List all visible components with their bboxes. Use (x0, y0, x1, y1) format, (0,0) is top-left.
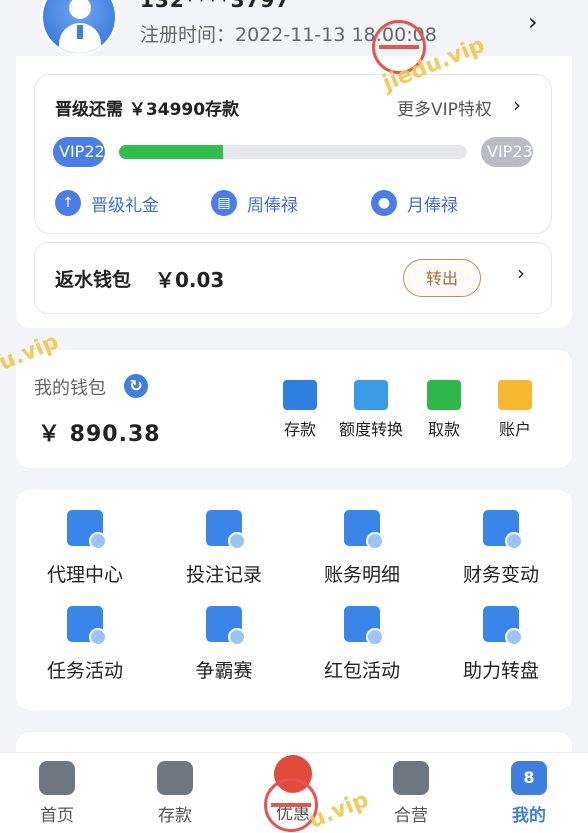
wallet-card: 我的钱包 ↻ ￥ 890.38 存款 额度转换 取款 账户 (16, 350, 572, 468)
menu-item-label: 账务明细 (323, 564, 400, 586)
wallet-title: 我的钱包 (34, 378, 106, 399)
wallet-balance: ￥ 890.38 (38, 422, 161, 447)
menu-item-bet-record[interactable]: 投注记录 (155, 510, 293, 587)
transfer-icon (354, 380, 388, 410)
lucky-wheel-icon (483, 606, 523, 646)
red-packet-icon (344, 606, 384, 646)
nav-label: 合营 (394, 806, 428, 826)
perk-upgrade-gift[interactable]: ↑ 晋级礼金 (55, 189, 159, 217)
current-vip-badge: VIP22 (53, 137, 105, 167)
account-detail-icon (344, 510, 384, 550)
next-vip-badge: VIP23 (481, 137, 533, 167)
perk-label: 晋级礼金 (91, 195, 159, 216)
perk-monthly-salary[interactable]: ● 月俸禄 (371, 189, 458, 217)
menu-item-label: 红包活动 (323, 660, 400, 682)
menu-item-account-detail[interactable]: 账务明细 (293, 510, 431, 587)
nav-label: 首页 (40, 806, 74, 826)
agent-center-icon (67, 510, 107, 550)
user-id: 132****3797 (140, 0, 291, 12)
task-activity-icon (67, 606, 107, 646)
chevron-right-icon[interactable]: › (517, 261, 525, 285)
perk-weekly-salary[interactable]: ▤ 周俸禄 (211, 189, 298, 217)
jersey-icon: 8 (511, 761, 547, 795)
perk-label: 月俸禄 (407, 195, 458, 216)
vip-upgrade-text: 晋级还需 ￥34990存款 (55, 100, 240, 120)
wallet-icon (157, 761, 193, 795)
menu-item-label: 助力转盘 (462, 660, 539, 682)
refresh-icon[interactable]: ↻ (124, 374, 148, 398)
account-icon (498, 380, 532, 410)
chevron-right-icon[interactable]: › (513, 93, 521, 117)
avatar[interactable] (40, 0, 118, 56)
chevron-right-icon[interactable]: › (528, 8, 538, 36)
wallet-withdraw-button[interactable]: 取款 (404, 380, 484, 440)
menu-item-label: 财务变动 (462, 564, 539, 586)
upgrade-gift-icon: ↑ (55, 190, 81, 216)
menu-item-label: 代理中心 (46, 564, 123, 586)
deposit-icon (283, 380, 317, 410)
menu-item-finance-change[interactable]: 财务变动 (432, 510, 570, 587)
tournament-icon (206, 606, 246, 646)
nav-mine[interactable]: 8 我的 (484, 761, 574, 826)
nav-label: 存款 (158, 806, 192, 826)
wallet-account-button[interactable]: 账户 (475, 380, 555, 440)
menu-item-label: 任务活动 (46, 660, 123, 682)
nav-label: 我的 (512, 806, 546, 826)
bet-record-icon (206, 510, 246, 550)
menu-item-label: 争霸赛 (195, 660, 253, 682)
wallet-action-label: 取款 (427, 420, 460, 439)
wallet-action-label: 账户 (498, 420, 531, 439)
menu-item-label: 投注记录 (185, 564, 262, 586)
vip-more-link[interactable]: 更多VIP特权 (397, 95, 492, 120)
wallet-deposit-button[interactable]: 存款 (260, 380, 340, 440)
menu-item-task-activity[interactable]: 任务活动 (16, 606, 154, 683)
wallet-action-label: 额度转换 (338, 420, 403, 439)
perk-label: 周俸禄 (247, 195, 298, 216)
wallet-action-label: 存款 (283, 420, 316, 439)
nav-deposit[interactable]: 存款 (130, 761, 220, 826)
vip-progress-bar (119, 145, 467, 159)
finance-change-icon (483, 510, 523, 550)
rebate-wallet-label: 返水钱包 (55, 269, 132, 291)
vip-progress-fill (119, 145, 224, 159)
weekly-salary-icon: ▤ (211, 190, 237, 216)
monthly-salary-icon: ● (371, 190, 397, 216)
rebate-withdraw-button[interactable]: 转出 (403, 259, 481, 297)
partner-icon (393, 761, 429, 795)
watermark-stamp (264, 778, 318, 832)
rebate-wallet-card[interactable]: 返水钱包 ￥0.03 转出 › (34, 242, 552, 314)
withdraw-icon (427, 380, 461, 410)
menu-item-agent-center[interactable]: 代理中心 (16, 510, 154, 587)
rebate-amount: ￥0.03 (155, 268, 225, 292)
menu-item-lucky-wheel[interactable]: 助力转盘 (432, 606, 570, 683)
vip-card: 晋级还需 ￥34990存款 更多VIP特权 › VIP22 VIP23 ↑ 晋级… (34, 74, 552, 234)
menu-item-red-packet[interactable]: 红包活动 (293, 606, 431, 683)
wallet-transfer-button[interactable]: 额度转换 (331, 380, 411, 440)
nav-partner[interactable]: 合营 (366, 761, 456, 826)
gamepad-icon (39, 761, 75, 795)
menu-item-tournament[interactable]: 争霸赛 (155, 606, 293, 683)
feature-menu: 代理中心 投注记录 账务明细 财务变动 任务活动 争霸赛 红包活动 助力转盘 (16, 490, 572, 710)
nav-home[interactable]: 首页 (12, 761, 102, 826)
